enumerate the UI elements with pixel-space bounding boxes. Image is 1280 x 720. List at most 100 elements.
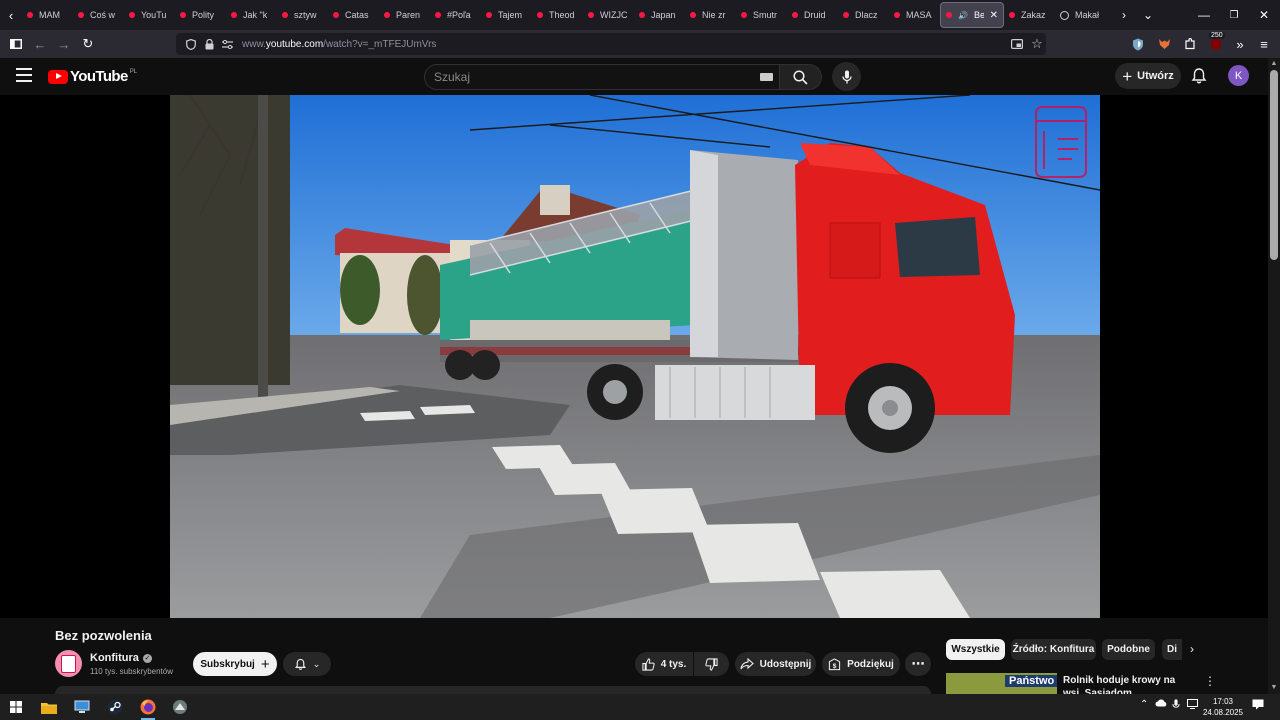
browser-tab[interactable]: MAM (22, 2, 73, 28)
channel-name-link[interactable]: Konfitura ✓ (90, 652, 152, 664)
browser-tab[interactable]: Japan (634, 2, 685, 28)
recommendation-thumbnail[interactable]: Państwo (946, 673, 1057, 694)
windows-start-icon[interactable] (6, 697, 26, 717)
restore-icon[interactable]: ❐ (1224, 0, 1244, 30)
close-window-icon[interactable]: ✕ (1254, 0, 1274, 30)
address-bar[interactable]: www.youtube.com/watch?v=_mTFEJUmVrs ☆ (176, 33, 1046, 55)
video-player[interactable] (0, 95, 1268, 618)
picture-in-picture-icon[interactable] (1010, 37, 1024, 51)
browser-tab[interactable]: Dlacz (838, 2, 889, 28)
channel-logo-icon (61, 654, 76, 673)
tab-scroll-left-icon[interactable]: ‹ (0, 0, 22, 30)
bell-icon (294, 658, 306, 670)
youtube-icon (435, 12, 441, 18)
browser-tab[interactable]: Smutr (736, 2, 787, 28)
tab-audio-icon[interactable]: 🔊 (958, 11, 968, 20)
list-all-tabs-icon[interactable]: ⌄ (1140, 0, 1156, 30)
firefox-icon[interactable] (138, 697, 158, 720)
account-avatar[interactable]: K (1228, 65, 1249, 86)
onedrive-icon[interactable] (1155, 699, 1167, 710)
browser-tab[interactable]: Zakaz (1004, 2, 1055, 28)
voice-search-button[interactable] (832, 62, 861, 91)
file-explorer-icon[interactable] (39, 697, 59, 717)
tray-microphone-icon[interactable] (1172, 699, 1180, 713)
extension-fox-icon[interactable] (1154, 34, 1174, 54)
video-frame[interactable] (170, 95, 1100, 618)
like-button[interactable]: 4 tys. (635, 652, 693, 676)
steam-icon[interactable] (105, 697, 125, 717)
permissions-icon[interactable] (220, 37, 234, 51)
sidebar-toggle-icon[interactable] (6, 34, 26, 54)
overflow-chevrons-icon[interactable]: » (1230, 34, 1250, 54)
forward-icon[interactable]: → (54, 34, 74, 54)
youtube-icon (282, 12, 288, 18)
thanks-button[interactable]: $ Podziękuj (822, 652, 900, 676)
url-text[interactable]: www.youtube.com/watch?v=_mTFEJUmVrs (242, 39, 436, 50)
extension-shield-icon[interactable] (1128, 34, 1148, 54)
chip-related[interactable]: Podobne (1102, 639, 1155, 660)
youtube-logo[interactable]: YouTube PL (48, 68, 137, 85)
chip-scroll-right-icon[interactable]: › (1190, 642, 1194, 656)
search-button[interactable] (780, 64, 822, 90)
browser-tab[interactable]: #Poľa (430, 2, 481, 28)
control-panel-icon[interactable] (72, 697, 92, 717)
tab-label: Polity (192, 10, 215, 20)
browser-tab[interactable]: Polity (175, 2, 226, 28)
browser-tab[interactable]: MASA (889, 2, 940, 28)
tray-overflow-icon[interactable]: ⌃ (1140, 699, 1148, 710)
network-icon[interactable] (1187, 699, 1198, 712)
app-taskbar-icon[interactable] (170, 697, 190, 717)
back-icon[interactable]: ← (30, 34, 50, 54)
recommendation-menu-icon[interactable]: ⋮ (1204, 674, 1216, 688)
scrollbar-thumb[interactable] (1270, 70, 1278, 260)
browser-tab[interactable]: Makał (1055, 2, 1106, 28)
recommendation-title[interactable]: Rolnik hoduje krowy na wsi. Sąsiadom prz… (1063, 674, 1193, 694)
share-button[interactable]: Udostępnij (735, 652, 816, 676)
bookmark-star-icon[interactable]: ☆ (1030, 36, 1044, 51)
browser-tab[interactable]: Theod (532, 2, 583, 28)
channel-avatar[interactable] (55, 650, 82, 677)
browser-tab[interactable]: Paren (379, 2, 430, 28)
search-input[interactable] (434, 70, 734, 84)
minimize-icon[interactable]: — (1194, 0, 1214, 30)
app-menu-icon[interactable]: ≡ (1254, 34, 1274, 54)
tracking-protection-icon[interactable] (184, 37, 198, 51)
youtube-icon (231, 12, 237, 18)
tab-list: MAM Coś w YouTu Polity Jak "k sztyw Catas Paren… (22, 0, 1106, 30)
tab-active[interactable]: 🔊 Bez ✕ (940, 2, 1004, 28)
close-tab-icon[interactable]: ✕ (990, 10, 998, 21)
browser-tab[interactable]: Druid (787, 2, 838, 28)
notification-settings-button[interactable]: ⌄ (283, 652, 331, 676)
browser-tab[interactable]: WIZJC (583, 2, 634, 28)
keyboard-icon[interactable] (760, 73, 773, 81)
notifications-bell-icon[interactable] (1190, 67, 1208, 85)
scroll-down-icon[interactable]: ▼ (1270, 684, 1278, 692)
browser-tab[interactable]: sztyw (277, 2, 328, 28)
tab-scroll-right-icon[interactable]: › (1116, 0, 1132, 30)
browser-tab[interactable]: Coś w (73, 2, 124, 28)
browser-tab[interactable]: Jak "k (226, 2, 277, 28)
browser-tab[interactable]: Catas (328, 2, 379, 28)
extensions-puzzle-icon[interactable] (1180, 34, 1200, 54)
create-button[interactable]: + Utwórz (1115, 63, 1181, 89)
more-actions-button[interactable]: ⋯ (905, 652, 931, 676)
guide-menu-icon[interactable] (16, 68, 32, 82)
lock-icon[interactable] (202, 37, 216, 51)
tab-label: Japan (651, 10, 676, 20)
video-title: Bez pozwolenia (55, 628, 152, 643)
page-scrollbar[interactable]: ▲ ▼ (1268, 58, 1280, 694)
subscribe-button[interactable]: Subskrybuj + (193, 652, 277, 676)
scroll-up-icon[interactable]: ▲ (1270, 60, 1278, 68)
system-clock[interactable]: 17:03 24.08.2025 (1200, 696, 1246, 718)
chip-source[interactable]: Źródło: Konfitura (1011, 639, 1096, 660)
description-box[interactable] (55, 686, 931, 694)
browser-tab[interactable]: YouTu (124, 2, 175, 28)
notifications-icon[interactable] (1252, 699, 1264, 713)
browser-tab[interactable]: Nie zr (685, 2, 736, 28)
chip-partial[interactable]: Di (1162, 639, 1182, 660)
dislike-button[interactable] (694, 652, 729, 676)
logo-country-code: PL (129, 68, 138, 75)
reload-icon[interactable]: ↻ (78, 34, 98, 54)
chip-all[interactable]: Wszystkie (946, 639, 1005, 660)
browser-tab[interactable]: Tajem (481, 2, 532, 28)
